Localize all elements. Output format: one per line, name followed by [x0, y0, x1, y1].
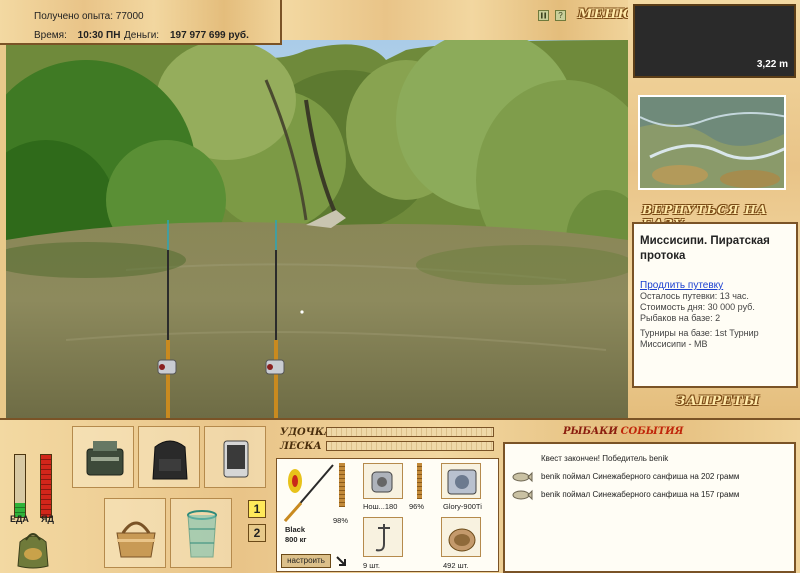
tab-events[interactable]: СОБЫТИЯ	[621, 426, 684, 437]
info-panel: Получено опыта: 77000 Время: 10:30 ПН Де…	[0, 0, 282, 45]
fish-icon	[511, 488, 533, 502]
line-slot[interactable]	[441, 463, 481, 499]
depth-display: 3,22 m	[633, 4, 796, 78]
tab-fishers[interactable]: РЫБАКИ	[563, 426, 618, 437]
xp-label: Получено опыта:	[34, 11, 113, 22]
rod-name: Black	[285, 525, 306, 534]
inventory-tab-2[interactable]: 2	[248, 524, 266, 542]
xp-line: Получено опыта: 77000	[34, 11, 144, 22]
reel-condition-bar	[417, 463, 422, 499]
fish-icon	[511, 470, 533, 484]
status-meters: ЕДА ЯД	[6, 428, 66, 524]
inventory-tab-1[interactable]: 1	[248, 500, 266, 518]
help-button[interactable]: ?	[555, 10, 566, 21]
top-bar	[282, 0, 628, 40]
bottom-panel: ЕДА ЯД 1 2 УДОЧКА ЛЕСКА Black 800 кг 98%…	[0, 418, 800, 573]
rod-strength-label: УДОЧКА	[280, 427, 333, 438]
bag-icon[interactable]	[12, 524, 54, 570]
rod-image[interactable]	[281, 461, 337, 525]
river-landscape	[6, 40, 628, 418]
yad-meter	[40, 454, 52, 518]
inventory-slot-keepnet[interactable]	[170, 498, 232, 568]
line-strength-bar	[326, 441, 494, 451]
tournaments: Турниры на базе: 1st Турнир Миссисипи - …	[640, 328, 759, 349]
bait-count: 492 шт.	[443, 561, 469, 570]
fishing-scene[interactable]	[6, 40, 628, 418]
location-map-thumbnail[interactable]	[638, 95, 786, 190]
inventory-slot-food-basket[interactable]	[104, 498, 166, 568]
right-panel: 3,22 m ВЕРНУТЬСЯ НА БАЗУ Миссисипи. Пира…	[628, 0, 800, 418]
money-value: 197 977 699 руб.	[170, 30, 249, 41]
money-label: Деньги:	[124, 30, 160, 41]
depth-value: 3,22 m	[756, 59, 788, 70]
food-meter	[14, 454, 26, 518]
log-line: benik поймал Синежаберного санфиша на 20…	[541, 472, 740, 481]
time-value: 10:30 ПН	[77, 30, 121, 41]
yad-meter-label: ЯД	[41, 514, 54, 524]
reel-slot[interactable]	[363, 463, 403, 499]
license-remaining: Осталось путевки: 13 час.	[640, 291, 749, 301]
fishing-rod-left[interactable]	[157, 220, 177, 418]
rod-percent: 98%	[333, 516, 349, 525]
gear-panel: Black 800 кг 98% Нош...180 96% Glory-900…	[276, 458, 499, 572]
inventory-slot-phone[interactable]	[204, 426, 266, 488]
time-label: Время:	[34, 30, 67, 41]
reel-name: Нош...180	[363, 502, 398, 511]
line-strength-label: ЛЕСКА	[280, 441, 322, 452]
log-line: Квест закончен! Победитель benik	[541, 454, 669, 463]
log-tabs: РЫБАКИ СОБЫТИЯ	[563, 426, 684, 437]
extend-license-link[interactable]: Продлить путевку	[640, 280, 790, 291]
reel-percent: 96%	[409, 502, 425, 511]
arrow-down-right-icon	[335, 555, 347, 567]
location-info-panel: Миссисипи. Пиратская протока Продлить пу…	[632, 222, 798, 388]
location-title: Миссисипи. Пиратская протока	[640, 235, 770, 262]
rod-condition-bar	[339, 463, 345, 507]
event-log: Квест закончен! Победитель benik benik п…	[503, 442, 796, 573]
log-line: benik поймал Синежаберного санфиша на 15…	[541, 490, 740, 499]
hook-slot[interactable]	[363, 517, 403, 557]
time-line: Время: 10:30 ПН	[34, 30, 120, 41]
rod-strength-bar	[326, 427, 494, 437]
rod-capacity: 800 кг	[285, 535, 307, 544]
inventory-slot-tackle-box[interactable]	[72, 426, 134, 488]
bait-slot[interactable]	[441, 517, 481, 557]
xp-value: 77000	[115, 11, 144, 22]
adjust-button[interactable]: настроить	[281, 554, 331, 568]
fishing-rod-right[interactable]	[265, 220, 285, 418]
hooks-count: 9 шт.	[363, 561, 380, 570]
pause-icon[interactable]	[538, 10, 549, 21]
menu-button[interactable]: МЕНЮ	[578, 7, 635, 22]
line-name: Glory-900Ti	[443, 502, 482, 511]
bans-button[interactable]: ЗАПРЕТЫ	[676, 394, 760, 409]
day-cost: Стоимость дня: 30 000 руб.	[640, 302, 755, 312]
inventory-slot-backpack[interactable]	[138, 426, 200, 488]
fishers-count: Рыбаков на базе: 2	[640, 313, 721, 323]
food-meter-label: ЕДА	[10, 514, 29, 524]
